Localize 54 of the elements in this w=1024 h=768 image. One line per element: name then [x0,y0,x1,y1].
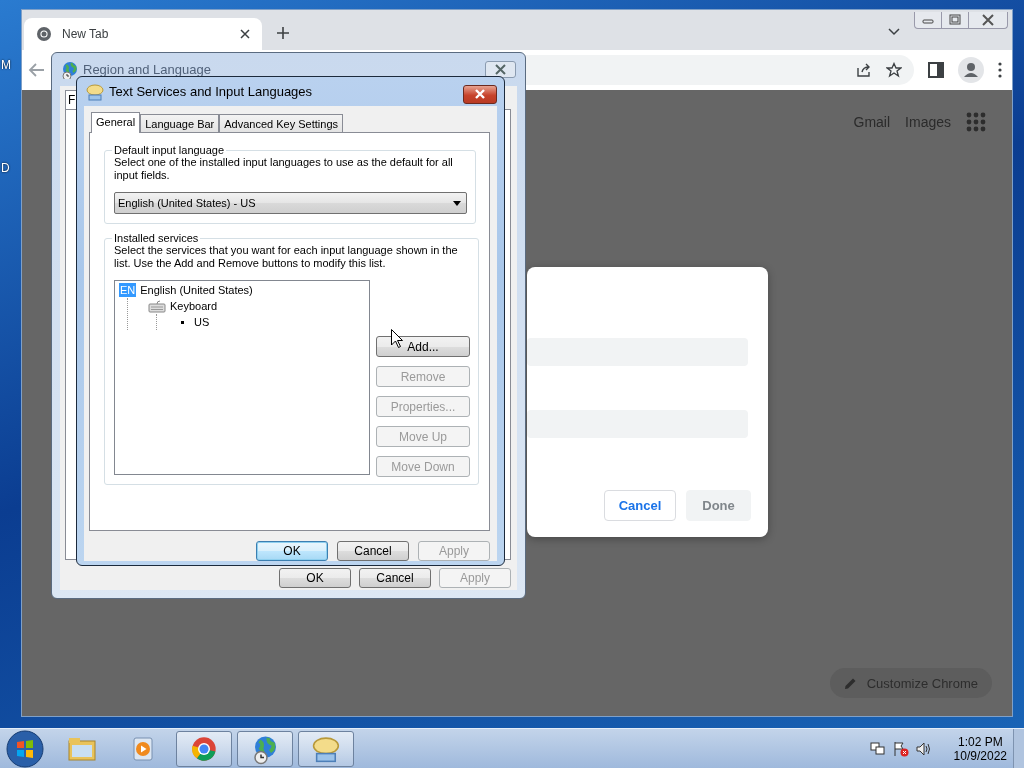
menu-icon[interactable] [998,62,1002,78]
apps-grid-icon[interactable] [966,112,986,132]
taskbar-button[interactable] [298,730,354,767]
desktop-icon-label: M [1,58,11,72]
back-arrow-icon[interactable] [28,62,46,78]
chevron-down-icon[interactable] [888,28,900,36]
star-icon[interactable] [886,62,902,78]
tree-item[interactable]: Keyboard [170,300,218,312]
browser-tab[interactable]: New Tab [24,18,262,50]
group-description: Select the services that you want for each input language shown in the list. Use the Add and Remove buttons to modify this list. [114,244,459,270]
dropdown-arrow-icon [453,200,461,206]
desktop-icon-label: D [1,161,11,175]
dialog-tab[interactable]: F [65,90,78,109]
network-icon[interactable] [869,740,886,757]
close-icon[interactable] [463,85,497,104]
group-title: Default input language [113,144,226,156]
dialog-button[interactable]: Cancel [337,541,409,561]
cancel-button[interactable]: Cancel [604,490,676,521]
group-description: Select one of the installed input languages to use as the default for all input fields. [114,156,454,182]
dialog-button[interactable]: OK [279,568,351,588]
keyboard-balloon-icon [86,82,104,101]
cursor-icon [391,329,403,348]
speaker-icon[interactable] [915,740,932,757]
close-icon[interactable] [240,29,250,39]
dialog-button[interactable]: OK [256,541,328,561]
window-title: Text Services and Input Languages [109,84,313,99]
dialog-button[interactable]: Cancel [359,568,431,588]
service-button[interactable]: Add... [376,336,470,357]
tree-item[interactable]: English (United States) [140,284,253,296]
dialog-tab[interactable]: Advanced Key Settings [219,114,343,132]
profile-icon[interactable] [958,57,984,83]
new-tab-icon[interactable] [276,26,290,40]
services-tree[interactable]: EN English (United States) Keyboard US [114,280,370,475]
close-icon[interactable] [485,61,516,78]
taskbar-button[interactable] [176,730,232,767]
side-panel-icon[interactable] [928,62,944,78]
taskbar-button[interactable] [237,730,293,767]
input-field[interactable] [527,410,748,438]
language-badge: EN [119,283,137,297]
clock[interactable]: 1:02 PM 10/9/2022 [953,734,1007,763]
chrome-logo-icon [36,26,52,42]
start-orb-icon[interactable] [6,729,44,768]
group-title: Installed services [113,232,200,244]
dialog-tab[interactable]: Language Bar [140,114,220,132]
dialog-tab[interactable]: General [91,112,141,133]
globe-clock-icon [61,60,79,79]
language-dropdown[interactable]: English (United States) - US [114,192,467,214]
pencil-icon [843,676,857,690]
keyboard-icon [148,299,166,313]
window-title: Region and Language [83,62,211,77]
action-center-flag-icon[interactable] [892,740,909,757]
tree-item[interactable]: US [194,316,210,328]
share-icon[interactable] [856,62,872,78]
input-field[interactable] [527,338,748,366]
